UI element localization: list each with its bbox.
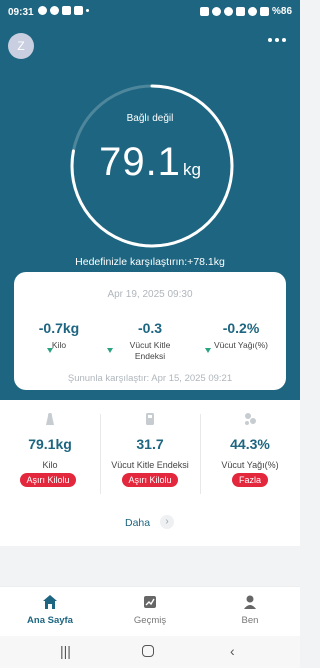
connection-status: Bağlı değil [126, 113, 174, 124]
wifi-icon [247, 7, 257, 16]
down-arrow-icon [107, 348, 113, 353]
weight-display: 79.1 kg [0, 140, 300, 185]
tab-label: Ana Sayfa [27, 615, 73, 626]
metric-bmi[interactable]: 31.7 Vücut Kitle Endeksi Aşırı Kilolu [100, 400, 200, 500]
scale-icon [46, 413, 54, 425]
delta-label: Vücut Kitle Endeksi [129, 340, 171, 361]
system-navigation-bar: ||| ‹ [0, 636, 300, 668]
back-icon[interactable]: ‹ [230, 643, 235, 659]
weight-value: 79.1 [99, 140, 181, 184]
delta-label: Kilo [51, 340, 67, 350]
delta-value: -0.2% [222, 320, 260, 336]
tab-profile[interactable]: Ben [200, 593, 300, 626]
delta-value: -0.3 [137, 320, 163, 336]
metric-value: 31.7 [136, 436, 164, 452]
recent-apps-icon[interactable]: ||| [60, 643, 71, 659]
metric-body-fat[interactable]: 44.3% Vücut Yağı(%) Fazla [200, 400, 300, 500]
status-bar: 09:31 %86 [0, 0, 300, 26]
down-arrow-icon [205, 348, 211, 353]
delta-weight: -0.7kg Kilo [14, 320, 104, 351]
delta-value: -0.7kg [38, 320, 80, 336]
delta-bmi: -0.3 Vücut Kitle Endeksi [105, 320, 195, 362]
bottom-navigation: Ana Sayfa Geçmiş Ben [0, 586, 300, 636]
home-button-icon[interactable] [142, 645, 154, 657]
app-notification-icon [50, 6, 59, 15]
home-icon [43, 595, 57, 609]
tab-history[interactable]: Geçmiş [100, 593, 200, 626]
moon-icon [38, 6, 47, 15]
more-options-icon[interactable] [268, 38, 286, 42]
status-badge: Aşırı Kilolu [122, 473, 178, 487]
facebook-icon [74, 6, 83, 15]
measurement-date: Apr 19, 2025 09:30 [107, 289, 193, 300]
metric-label: Vücut Kitle Endeksi [111, 460, 189, 470]
delta-body-fat: -0.2% Vücut Yağı(%) [196, 320, 286, 351]
chevron-right-icon[interactable]: › [160, 515, 174, 529]
system-icons: %86 [199, 6, 292, 17]
status-time: 09:31 [8, 7, 34, 18]
chart-icon [144, 596, 156, 608]
metric-value: 79.1kg [28, 436, 72, 452]
body-fat-icon [245, 413, 256, 425]
more-button[interactable]: Daha [125, 517, 150, 529]
status-badge: Fazla [232, 473, 268, 487]
metric-value: 44.3% [230, 436, 270, 452]
alarm-icon [211, 7, 221, 16]
metric-label: Vücut Yağı(%) [221, 460, 279, 470]
weight-unit: kg [182, 160, 201, 179]
tab-label: Geçmiş [133, 615, 167, 626]
volte-icon [235, 7, 245, 16]
lock-icon [199, 7, 209, 16]
signal-icon [259, 7, 269, 16]
compare-date[interactable]: Şununla karşılaştır: Apr 15, 2025 09:21 [14, 373, 286, 384]
down-arrow-icon [47, 348, 53, 353]
bmi-icon [146, 413, 154, 425]
metric-label: Kilo [42, 460, 58, 470]
bluetooth-icon [223, 7, 233, 16]
status-badge: Aşırı Kilolu [20, 473, 76, 487]
summary-card[interactable]: Apr 19, 2025 09:30 -0.7kg Kilo -0.3 Vücu… [14, 272, 286, 390]
more-notifications-dot-icon [86, 9, 89, 12]
metric-weight[interactable]: 79.1kg Kilo Aşırı Kilolu [0, 400, 100, 500]
tab-label: Ben [241, 615, 259, 626]
battery-level: %86 [271, 6, 292, 17]
metrics-panel: 79.1kg Kilo Aşırı Kilolu 31.7 Vücut Kitl… [0, 400, 300, 546]
person-icon [244, 595, 256, 609]
avatar[interactable]: Z [8, 33, 34, 59]
tab-home[interactable]: Ana Sayfa [0, 593, 100, 626]
goal-comparison: Hedefinizle karşılaştırın:+78.1kg [75, 256, 225, 268]
facebook-icon [62, 6, 71, 15]
notification-icons [38, 6, 89, 15]
